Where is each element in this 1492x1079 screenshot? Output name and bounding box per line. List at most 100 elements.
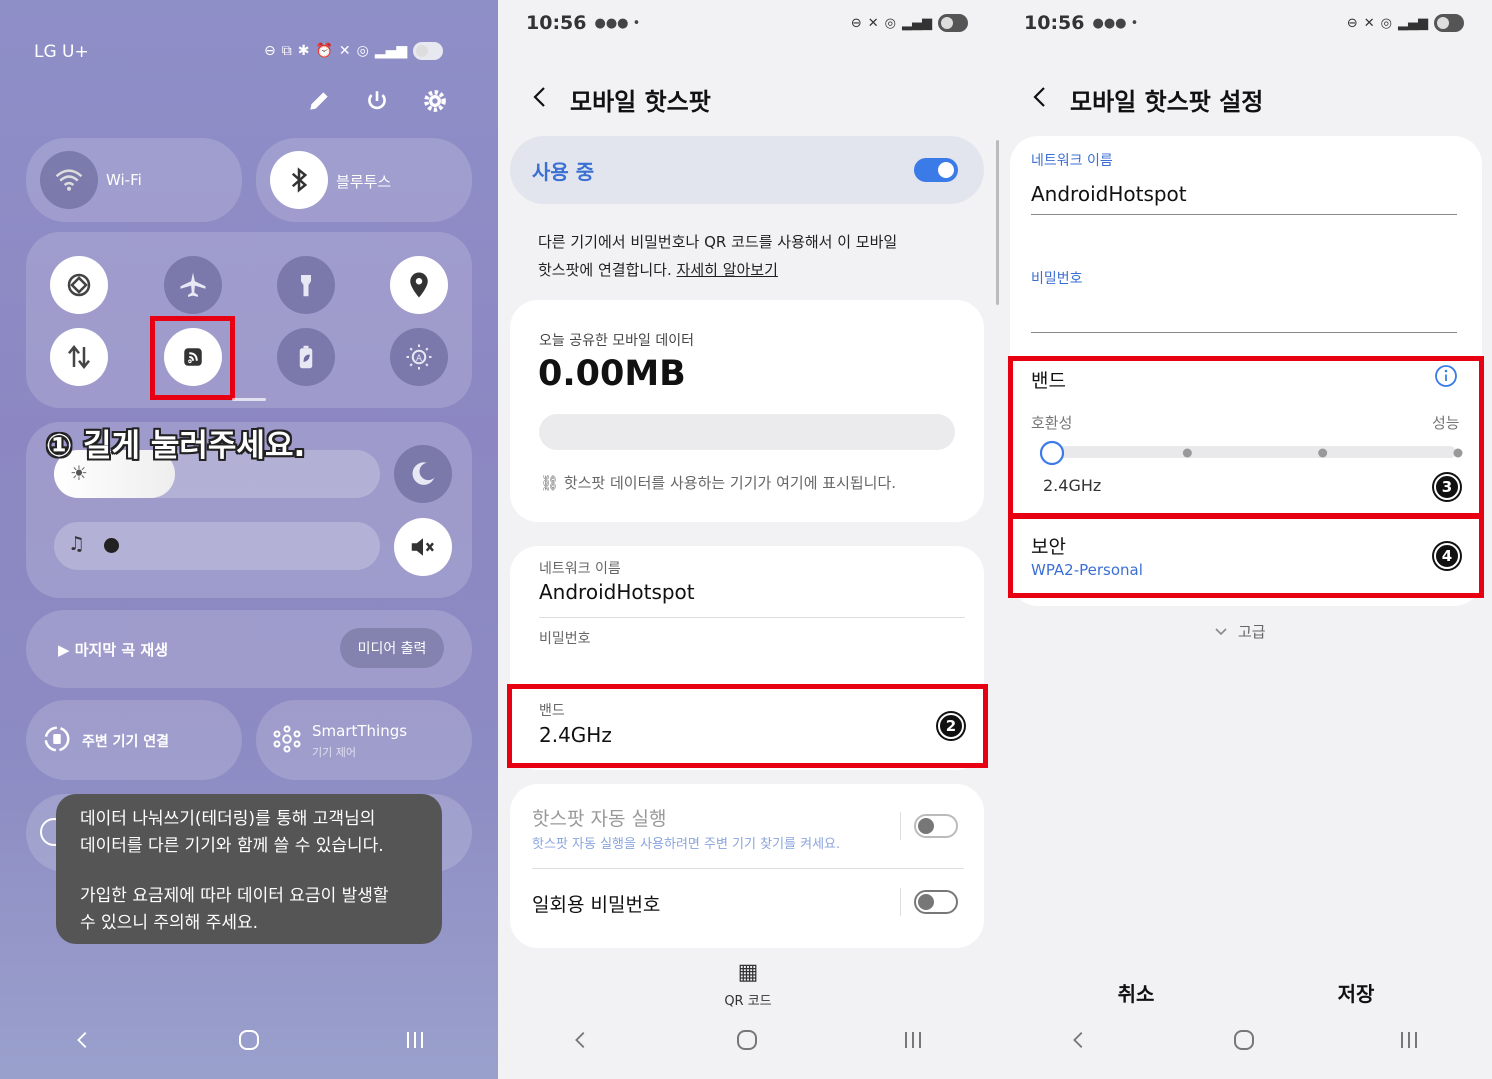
power-icon[interactable] <box>364 88 394 118</box>
in-use-row[interactable]: 사용 중 <box>510 136 984 204</box>
one-time-password-switch[interactable] <box>914 890 958 914</box>
dnd-icon: ⊖ <box>850 15 862 31</box>
highlight-box-security <box>1008 514 1484 598</box>
network-name-value[interactable]: AndroidHotspot <box>539 580 695 604</box>
advanced-toggle[interactable]: 고급 <box>1214 621 1266 642</box>
navigation-bar <box>996 1015 1492 1065</box>
bluetooth-tile[interactable]: 블루투스 <box>256 138 472 222</box>
svg-text:A: A <box>416 354 422 364</box>
hotspot-settings-screen: 10:56 ●●● • ⊖ ✕ ◎ ▂▄▆ 모바일 핫스팟 설정 네트워크 이름… <box>996 0 1492 1079</box>
toast-line-2: 데이터를 다른 기기와 함께 쓸 수 있습니다. <box>80 836 384 856</box>
password-label: 비밀번호 <box>1031 271 1083 287</box>
back-nav-icon[interactable] <box>63 1020 103 1060</box>
smartthings-title: SmartThings <box>312 722 408 740</box>
recents-nav-icon[interactable] <box>893 1020 933 1060</box>
signal-icon: ▂▄▆ <box>374 43 408 59</box>
qr-code-label: QR 코드 <box>724 994 772 1009</box>
media-tile: ▶ 마지막 곡 재생 미디어 출력 <box>26 610 472 688</box>
save-button[interactable]: 저장 <box>1306 978 1406 1007</box>
qr-code-icon: ▦ <box>737 960 759 985</box>
description-line-2: 핫스팟에 연결합니다. <box>538 261 672 279</box>
dark-mode-icon[interactable] <box>394 445 452 503</box>
password-input[interactable] <box>1031 296 1457 330</box>
home-nav-icon[interactable] <box>229 1020 269 1060</box>
notification-icons: ●●● • <box>1092 15 1139 31</box>
auto-brightness-icon[interactable]: A <box>390 328 448 386</box>
scrollbar[interactable] <box>996 140 999 305</box>
navigation-bar <box>0 1015 498 1065</box>
battery-icon <box>1434 14 1464 32</box>
last-song-button[interactable]: ▶ 마지막 곡 재생 <box>58 639 168 660</box>
mobile-data-icon[interactable] <box>50 328 108 386</box>
edit-icon[interactable] <box>306 88 336 118</box>
password-label[interactable]: 비밀번호 <box>539 628 591 648</box>
tethering-toast: 데이터 나눠쓰기(테더링)를 통해 고객님의 데이터를 다른 기기와 함께 쓸 … <box>56 794 442 944</box>
page-indicator <box>232 398 266 401</box>
bluetooth-icon <box>270 151 328 209</box>
bluetooth-label: 블루투스 <box>336 173 392 191</box>
music-mute-icon: ♫ <box>68 533 86 555</box>
airplane-mode-icon[interactable] <box>164 256 222 314</box>
smartthings-tile[interactable]: SmartThings 기기 제어 <box>256 700 472 780</box>
recents-nav-icon[interactable] <box>1389 1020 1429 1060</box>
description-line-1: 다른 기기에서 비밀번호나 QR 코드를 사용해서 이 모바일 <box>538 233 898 251</box>
auto-run-subtitle: 핫스팟 자동 실행을 사용하려면 주변 기기 찾기를 켜세요. <box>532 837 841 852</box>
divider <box>539 617 965 618</box>
hotspot-status-icon: ◎ <box>1380 15 1392 31</box>
navigation-bar <box>498 1015 996 1065</box>
flashlight-icon[interactable] <box>277 256 335 314</box>
chevron-down-icon <box>1215 627 1227 635</box>
location-icon[interactable] <box>390 256 448 314</box>
back-nav-icon[interactable] <box>561 1020 601 1060</box>
back-nav-icon[interactable] <box>1059 1020 1099 1060</box>
volume-slider-thumb[interactable] <box>104 538 119 553</box>
step-badge-4: 4 <box>1434 543 1460 569</box>
recents-nav-icon[interactable] <box>395 1020 435 1060</box>
qr-code-button[interactable]: ▦ QR 코드 <box>708 960 788 1009</box>
auto-run-title: 핫스팟 자동 실행 <box>532 808 667 830</box>
devices-hint-text: 핫스팟 데이터를 사용하는 기기가 여기에 표시됩니다. <box>563 474 897 492</box>
learn-more-link[interactable]: 자세히 알아보기 <box>677 261 778 279</box>
nearby-devices-tile[interactable]: 주변 기기 연결 <box>26 700 242 780</box>
sound-mute-icon[interactable] <box>394 518 452 576</box>
highlight-box-hotspot <box>150 316 235 400</box>
power-saving-icon[interactable] <box>277 328 335 386</box>
input-underline <box>1031 214 1457 215</box>
in-use-label: 사용 중 <box>532 160 595 184</box>
status-icons: ⊖ ⧉ ✱ ⏰ ✕ ◎ ▂▄▆ <box>264 42 444 60</box>
smartthings-subtitle: 기기 제어 <box>312 746 356 759</box>
wifi-tile[interactable]: Wi-Fi <box>26 138 242 222</box>
auto-rotate-icon[interactable] <box>50 256 108 314</box>
cancel-button[interactable]: 취소 <box>1086 978 1186 1007</box>
toast-line-4: 수 있으니 주의해 주세요. <box>80 913 259 933</box>
hotspot-status-icon: ◎ <box>356 43 369 59</box>
step-badge-2: 2 <box>938 713 964 739</box>
back-arrow-icon[interactable] <box>1028 84 1052 110</box>
highlight-box-band <box>507 684 988 768</box>
page-title: 모바일 핫스팟 <box>570 88 711 116</box>
dnd-icon: ⊖ <box>1346 15 1358 31</box>
cast-icon: ⧉ <box>281 43 292 59</box>
divider <box>532 868 964 869</box>
media-output-button[interactable]: 미디어 출력 <box>340 628 444 668</box>
options-card: 핫스팟 자동 실행 핫스팟 자동 실행을 사용하려면 주변 기기 찾기를 켜세요… <box>510 784 984 948</box>
toast-line-3: 가입한 요금제에 따라 데이터 요금이 발생할 <box>80 886 389 906</box>
shared-data-card: 오늘 공유한 모바일 데이터 0.00MB ⛓ 핫스팟 데이터를 사용하는 기기… <box>510 300 984 522</box>
page-title: 모바일 핫스팟 설정 <box>1070 88 1264 116</box>
back-arrow-icon[interactable] <box>528 84 552 110</box>
settings-gear-icon[interactable] <box>422 88 452 118</box>
home-nav-icon[interactable] <box>1224 1020 1264 1060</box>
status-icons: ⊖ ✕ ◎ ▂▄▆ <box>851 10 968 36</box>
volume-slider[interactable]: ♫ <box>54 522 380 570</box>
mute-icon: ✕ <box>1363 15 1375 31</box>
hotspot-description: 다른 기기에서 비밀번호나 QR 코드를 사용해서 이 모바일 핫스팟에 연결합… <box>538 228 958 284</box>
battery-icon <box>938 14 968 32</box>
home-nav-icon[interactable] <box>727 1020 767 1060</box>
network-name-input[interactable]: AndroidHotspot <box>1031 182 1187 206</box>
signal-icon: ▂▄▆ <box>1398 15 1428 31</box>
network-name-label: 네트워크 이름 <box>1031 153 1113 169</box>
auto-run-switch[interactable] <box>914 814 958 838</box>
step-badge-3: 3 <box>1434 474 1460 500</box>
hotspot-master-switch[interactable] <box>914 158 958 182</box>
wifi-label: Wi-Fi <box>106 171 142 189</box>
